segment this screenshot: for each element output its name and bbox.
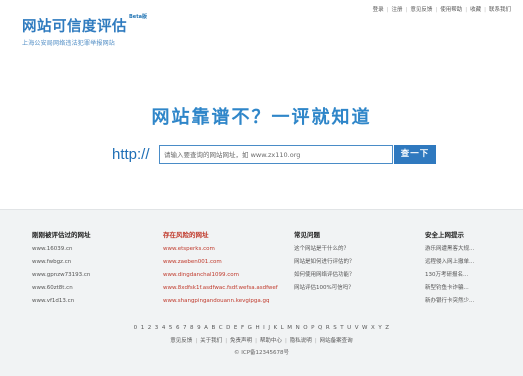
divider: |: [195, 338, 198, 344]
footer-nav: 意见反馈 | 关于我们 | 免责声明 | 帮助中心 | 隐私说明 | 网站备案查询: [0, 336, 523, 344]
risky-urls-heading: 存在风险的网址: [163, 231, 209, 239]
register-link[interactable]: 注册: [391, 7, 402, 13]
risky-url-item[interactable]: www.shangpingandouann.kevgipga.gq: [163, 295, 288, 308]
safety-tip-item[interactable]: 游乐网遭黑客大规...: [425, 243, 515, 256]
http-prefix: http://: [112, 146, 150, 163]
footer-icp-link[interactable]: 网站备案查询: [320, 338, 353, 344]
faq-item[interactable]: 网站是如何进行评估的？: [294, 256, 404, 269]
url-search-input[interactable]: [159, 145, 393, 164]
safety-tip-item[interactable]: 远程侵入网上撤单...: [425, 256, 515, 269]
logo-subtitle: 上海公安局网络违法犯罪举报网站: [22, 40, 116, 47]
logo-title-row: 网站可信度评估Beta版: [22, 14, 147, 36]
hero-slogan: 网站靠谱不？一评就知道: [151, 107, 372, 128]
footer-help-link[interactable]: 帮助中心: [260, 338, 282, 344]
footer-disclaimer-link[interactable]: 免责声明: [230, 338, 252, 344]
recent-urls-list: www.16039.cn www.fwbgz.cn www.gpnzw73193…: [32, 243, 142, 308]
recent-url-item[interactable]: www.gpnzw73193.cn: [32, 269, 142, 282]
divider: |: [255, 338, 257, 344]
search-button[interactable]: 查一下: [394, 145, 436, 164]
divider: |: [465, 7, 468, 13]
safety-tips-list: 游乐网遭黑客大规... 远程侵入网上撤单... 130万考研报名... 新型钓鱼…: [425, 243, 515, 308]
safety-tips-column: 安全上网提示 游乐网遭黑客大规... 远程侵入网上撤单... 130万考研报名.…: [425, 229, 515, 308]
favorite-link[interactable]: 收藏: [470, 7, 481, 13]
site-logo[interactable]: 网站可信度评估Beta版 上海公安局网络违法犯罪举报网站: [22, 14, 147, 47]
top-nav: 登录 | 注册 | 意见反馈 | 使用帮助 | 收藏 | 联系我们: [373, 5, 511, 13]
risky-url-item[interactable]: www.zaeben001.com: [163, 256, 288, 269]
risky-url-item[interactable]: www.dingdanchal1099.com: [163, 269, 288, 282]
faq-heading: 常见问题: [294, 231, 320, 239]
footer-feedback-link[interactable]: 意见反馈: [170, 338, 192, 344]
copyright: © ICP备12345678号: [233, 350, 290, 356]
recent-url-item[interactable]: www.16039.cn: [32, 243, 142, 256]
recent-urls-heading: 刚刚被评估过的网址: [32, 231, 91, 239]
divider: |: [435, 7, 438, 13]
faq-item[interactable]: 如何使用网络评估功能？: [294, 269, 404, 282]
safety-tip-item[interactable]: 新型钓鱼卡诈骗...: [425, 282, 515, 295]
recent-url-item[interactable]: www.vf1d13.cn: [32, 295, 142, 308]
safety-tips-heading: 安全上网提示: [425, 231, 464, 239]
divider: |: [314, 338, 317, 344]
recent-url-item[interactable]: www.fwbgz.cn: [32, 256, 142, 269]
footer-privacy-link[interactable]: 隐私说明: [290, 338, 312, 344]
faq-column: 常见问题 这个网站是干什么的？ 网站是如何进行评估的？ 如何使用网络评估功能？ …: [294, 229, 404, 295]
risky-url-item[interactable]: www.etsperks.com: [163, 243, 288, 256]
feedback-link[interactable]: 意见反馈: [410, 7, 432, 13]
alphabet-index[interactable]: 0 1 2 3 4 5 6 7 8 9 A B C D E F G H I J …: [0, 325, 523, 331]
info-section: 刚刚被评估过的网址 www.16039.cn www.fwbgz.cn www.…: [0, 209, 523, 376]
login-link[interactable]: 登录: [373, 7, 384, 13]
safety-tip-item[interactable]: 130万考研报名...: [425, 269, 515, 282]
help-link[interactable]: 使用帮助: [440, 7, 462, 13]
recent-urls-column: 刚刚被评估过的网址 www.16039.cn www.fwbgz.cn www.…: [32, 229, 142, 308]
faq-item[interactable]: 这个网站是干什么的？: [294, 243, 404, 256]
divider: |: [386, 7, 389, 13]
risky-urls-list: www.etsperks.com www.zaeben001.com www.d…: [163, 243, 288, 308]
risky-url-item[interactable]: www.8xdfsk1f.asdfwac.fsdf.wefsa.asdfwef: [163, 282, 288, 295]
faq-list: 这个网站是干什么的？ 网站是如何进行评估的？ 如何使用网络评估功能？ 网站评估1…: [294, 243, 404, 295]
risky-urls-column: 存在风险的网址 www.etsperks.com www.zaeben001.c…: [163, 229, 288, 308]
footer-about-link[interactable]: 关于我们: [200, 338, 222, 344]
divider: |: [484, 7, 486, 13]
divider: |: [284, 338, 287, 344]
faq-item[interactable]: 网站评估100%可信吗？: [294, 282, 404, 295]
site-header: 网站可信度评估Beta版 上海公安局网络违法犯罪举报网站 登录 | 注册 | 意见反馈 |…: [0, 0, 523, 60]
divider: |: [225, 338, 228, 344]
safety-tip-item[interactable]: 新办银行卡突然少...: [425, 295, 515, 308]
divider: |: [405, 7, 408, 13]
beta-badge: Beta版: [129, 14, 147, 20]
contact-link[interactable]: 联系我们: [489, 7, 511, 13]
logo-title: 网站可信度评估: [22, 19, 127, 35]
recent-url-item[interactable]: www.60zt8t.cn: [32, 282, 142, 295]
